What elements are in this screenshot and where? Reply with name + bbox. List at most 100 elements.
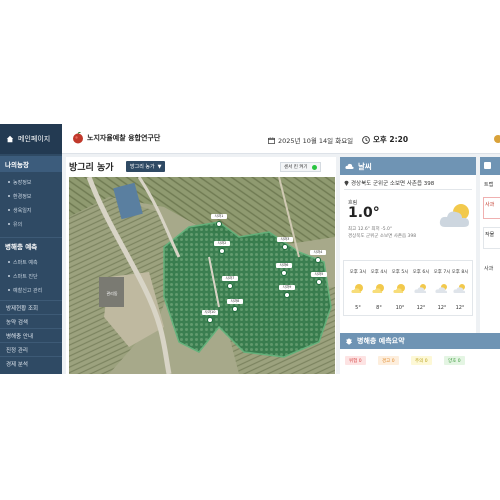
sidebar-group-my-farm[interactable]: 나의농장: [0, 156, 62, 172]
weather-header: 날씨: [340, 157, 476, 175]
map-marker[interactable]: 사과7: [222, 276, 238, 294]
divider: [344, 189, 472, 190]
sidebar-item-pest-guide[interactable]: 병해충 안내: [0, 328, 62, 342]
satellite-map-image: 관리동: [69, 177, 335, 374]
badge-label: 양호 0: [448, 358, 461, 364]
time-display: 오후 2:20: [362, 134, 408, 145]
building-label: 관리동: [106, 290, 117, 296]
sidebar-item-label: 농장정보: [13, 179, 32, 186]
sidebar-item-report-mgmt[interactable]: 예찰신고 관리: [0, 284, 62, 296]
farm-map-panel: 방그리 농가 방그리 농가 ▼ 센서 킨 켜기 관리동 사과1 사과2 사과3 …: [66, 157, 336, 374]
sidebar-item-smart-forecast[interactable]: 스마트 예측: [0, 256, 62, 268]
temperature-range: 최고 12.6° 최저 -5.0°: [348, 227, 393, 232]
sensor-toggle-label: 센서 킨 켜기: [284, 165, 308, 170]
map-marker[interactable]: 사과10: [202, 310, 218, 328]
sun-cloud-icon: [347, 283, 369, 294]
sidebar-item-label: 경제 분석: [6, 361, 28, 368]
sidebar-item-label: 스마트 진단: [13, 273, 38, 280]
map-marker[interactable]: 사과6: [276, 263, 292, 281]
trap-card[interactable]: 사과: [483, 197, 500, 219]
pest-summary-header: 병해충 예측요약: [340, 333, 500, 349]
risk-badge-caution[interactable]: 주의 0: [411, 356, 432, 365]
avatar[interactable]: [494, 135, 500, 143]
badge-label: 위험 0: [349, 358, 362, 364]
risk-badge-warning[interactable]: 경고 0: [378, 356, 399, 365]
apple-logo-icon: [73, 132, 83, 144]
location-pin-icon: [315, 257, 321, 263]
risk-badge-danger[interactable]: 위험 0: [345, 356, 366, 365]
pest-summary-panel: 병해충 예측요약 위험 0 경고 0 주의 0 양호 0: [340, 333, 500, 374]
bullet-icon: [8, 275, 10, 277]
sidebar-home[interactable]: 메인페이지: [0, 124, 62, 154]
map-marker[interactable]: 사과9: [279, 285, 295, 303]
location-pin-icon: [216, 221, 222, 227]
bullet-icon: [8, 195, 10, 197]
toggle-on-icon: [311, 164, 317, 170]
app-window: 메인페이지 나의농장 농장정보 환경정보 생육일지 유의 병해충 예측 스마트 …: [0, 124, 500, 374]
sidebar-group-pest-forecast[interactable]: 병해충 예측: [0, 237, 62, 253]
trap-panel-line: 트랩: [484, 182, 494, 188]
map-marker-label: 사과4: [310, 250, 326, 255]
badge-label: 경고 0: [382, 358, 395, 364]
logo[interactable]: 노지자율예찰 융합연구단: [72, 132, 160, 144]
trap-panel-line: 사과: [484, 266, 494, 272]
map-marker-label: 사과7: [222, 276, 238, 281]
trap-panel: 트랩 사과 작물 사과: [480, 157, 500, 333]
trap-card[interactable]: 작물: [483, 227, 500, 249]
sidebar-item-label: 스마트 예측: [13, 259, 38, 266]
weather-location-text: 경상북도 군위군 소보면 사촌읍 398: [351, 181, 435, 187]
sidebar-item-control-status[interactable]: 방제현황 조회: [0, 300, 62, 314]
home-icon: [6, 135, 14, 143]
location-pin-icon: [232, 306, 238, 312]
map-marker[interactable]: 사과1: [211, 214, 227, 232]
forecast-time: 오후 6시: [412, 270, 430, 275]
hourly-forecast: 오후 3시 5° 오후 4시 8° 오후 5시 10° 오후 6시 12° 오후 7시 12° 오후…: [343, 260, 473, 316]
sidebar-item-economic-analysis[interactable]: 경제 분석: [0, 356, 62, 370]
bug-icon: [346, 338, 352, 345]
location-pin-icon: [284, 292, 290, 298]
forecast-time: 오후 3시: [349, 270, 367, 275]
map-marker-label: 사과3: [277, 237, 293, 242]
sidebar-item-farm-info[interactable]: 농장정보: [0, 176, 62, 188]
clock-icon: [362, 135, 370, 144]
forecast-time: 오후 8시: [451, 270, 469, 275]
map-marker[interactable]: 사과5: [311, 272, 327, 290]
map-marker-label: 사과2: [214, 241, 230, 246]
map-marker-label: 사과10: [202, 310, 218, 315]
bullet-icon: [8, 289, 10, 291]
forecast-temp: 5°: [355, 305, 361, 311]
location-pin-icon: [227, 283, 233, 289]
map-marker[interactable]: 사과4: [310, 250, 326, 268]
satellite-map[interactable]: 관리동 사과1 사과2 사과3 사과4 사과5 사과6 사과7 사과8 사과9 사과10: [69, 177, 335, 374]
sun-cloud-icon: [368, 283, 390, 294]
map-marker[interactable]: 사과8: [227, 299, 243, 317]
map-marker-label: 사과6: [276, 263, 292, 268]
sidebar-item-pesticide-search[interactable]: 농약 검색: [0, 314, 62, 328]
risk-badge-good[interactable]: 양호 0: [444, 356, 465, 365]
sidebar: 메인페이지 나의농장 농장정보 환경정보 생육일지 유의 병해충 예측 스마트 …: [0, 124, 62, 374]
date-display: 2025년 10월 14일 화요일: [268, 135, 353, 145]
weather-location: 경상북도 군위군 소보면 사촌읍 398: [344, 179, 434, 187]
location-pin-icon: [344, 180, 349, 186]
partly-cloudy-icon: [410, 283, 432, 294]
cloudy-sun-icon: [439, 204, 469, 227]
sensor-toggle[interactable]: 센서 킨 켜기: [280, 162, 321, 172]
sidebar-item-notes[interactable]: 유의: [0, 218, 62, 230]
sidebar-item-growth-log[interactable]: 생육일지: [0, 204, 62, 216]
weather-station: 경상북도 군위군 소보면 사촌읍 398: [348, 234, 417, 239]
time-text: 오후 2:20: [373, 135, 409, 144]
forecast-temp: 10°: [395, 305, 405, 311]
farm-select-dropdown[interactable]: 방그리 농가 ▼: [126, 161, 166, 172]
sidebar-item-label: 진정 관리: [6, 347, 28, 354]
badge-label: 주의 0: [415, 358, 428, 364]
cloud-icon: [345, 163, 354, 169]
sidebar-item-diagnosis-mgmt[interactable]: 진정 관리: [0, 342, 62, 356]
trap-card-label: 사과: [485, 202, 495, 208]
map-marker[interactable]: 사과3: [277, 237, 293, 255]
sidebar-item-smart-diagnosis[interactable]: 스마트 진단: [0, 270, 62, 282]
trap-card-label: 작물: [485, 232, 495, 238]
sidebar-item-label: 예찰신고 관리: [13, 287, 43, 294]
forecast-temp: 8°: [376, 305, 382, 311]
map-marker[interactable]: 사과2: [214, 241, 230, 259]
sidebar-item-env-info[interactable]: 환경정보: [0, 190, 62, 202]
